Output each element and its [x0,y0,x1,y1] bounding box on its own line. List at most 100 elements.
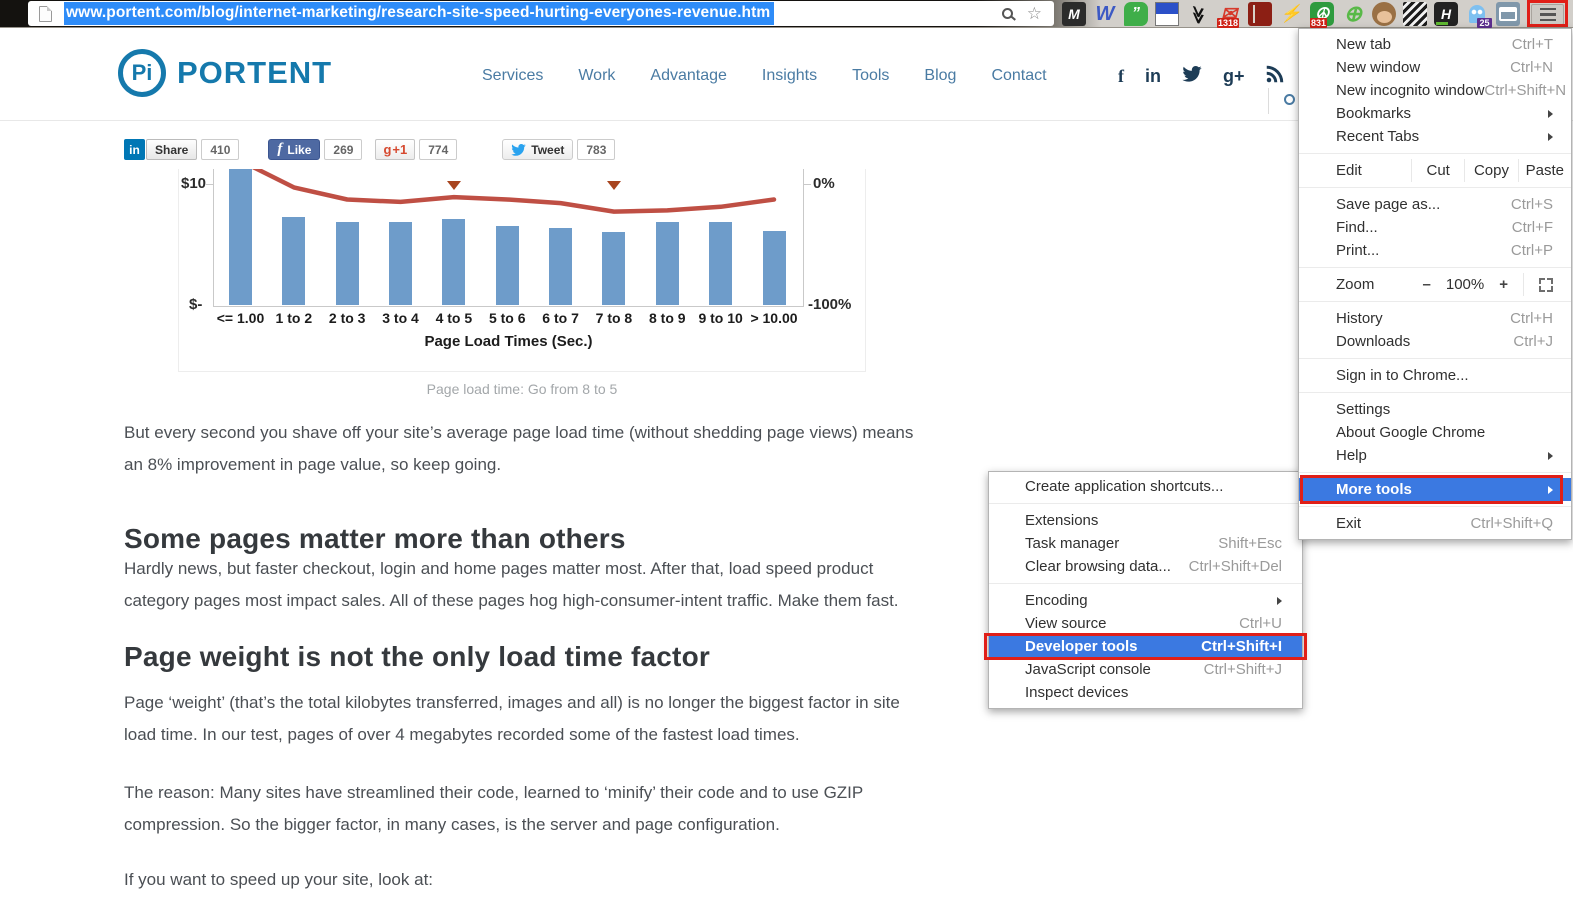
ext-peace-icon[interactable]: ☮831 [1310,2,1334,26]
nav-work[interactable]: Work [578,67,615,85]
chart-x-label: 2 to 3 [317,310,377,326]
rss-icon[interactable] [1266,65,1284,88]
menu-item-about-google-chrome[interactable]: About Google Chrome [1299,421,1571,444]
ext-flag-icon[interactable] [1155,2,1179,26]
submenu-item-view-source[interactable]: View sourceCtrl+U [989,612,1302,635]
nav-contact[interactable]: Contact [991,67,1046,85]
menu-item-sign-in-to-chrome[interactable]: Sign in to Chrome... [1299,364,1571,387]
menu-item-save-page-as[interactable]: Save page as...Ctrl+S [1299,193,1571,216]
menu-item-zoom: Zoom – 100% + [1299,273,1571,296]
bottom-axis-line [213,306,804,307]
nav-advantage[interactable]: Advantage [650,67,727,85]
menu-item-copy[interactable]: Copy [1464,159,1517,182]
header-search-icon[interactable] [1284,94,1295,105]
facebook-like-button[interactable]: f Like [268,139,320,160]
nav-services[interactable]: Services [482,67,543,85]
menu-item-exit[interactable]: ExitCtrl+Shift+Q [1299,512,1571,535]
gplus-plusone-button[interactable]: g+1 [375,139,415,160]
menu-item-cut[interactable]: Cut [1411,159,1464,182]
chart-marker-triangle [447,181,461,190]
gplus-count: 774 [419,139,457,160]
googleplus-icon[interactable]: g+ [1223,66,1245,87]
chart-x-label: 5 to 6 [477,310,537,326]
nav-insights[interactable]: Insights [762,67,817,85]
nav-blog[interactable]: Blog [924,67,956,85]
facebook-like-count: 269 [324,139,362,160]
submenu-arrow-icon [1548,110,1553,118]
menu-item-print[interactable]: Print...Ctrl+P [1299,239,1571,262]
linkedin-share-button[interactable]: Share [146,139,197,160]
left-axis-line [213,169,214,306]
ext-devtools-icon[interactable] [1496,2,1520,26]
page-icon [39,6,52,22]
ext-layers-icon[interactable]: ≫ [1186,2,1210,26]
menu-item-settings[interactable]: Settings [1299,398,1571,421]
ext-monkey-icon[interactable] [1372,2,1396,26]
submenu-arrow-icon [1548,452,1553,460]
browser-window: www.portent.com/blog/internet-marketing/… [0,0,1573,909]
zoom-search-icon[interactable] [1002,8,1013,19]
menu-item-new-tab[interactable]: New tabCtrl+T [1299,33,1571,56]
submenu-item-create-application-shortcuts[interactable]: Create application shortcuts... [989,475,1302,498]
ghost-badge: 25 [1477,18,1492,28]
address-bar[interactable]: www.portent.com/blog/internet-marketing/… [28,1,1054,26]
menu-separator [1299,506,1571,507]
ext-ribbon-icon[interactable] [1403,2,1427,26]
menu-separator [1299,153,1571,154]
right-axis-bottom-label: -100% [808,296,851,313]
menu-item-new-window[interactable]: New windowCtrl+N [1299,56,1571,79]
share-bar: in Share 410 f Like 269 g+1 774 Tweet 78… [124,139,615,160]
ext-mail-icon[interactable]: ✉1318 [1217,2,1241,26]
ext-m-icon[interactable]: M [1062,2,1086,26]
ext-speech-bubble-icon[interactable]: ” [1124,2,1148,26]
portent-logo-mark: Pi [118,49,166,97]
menu-item-history[interactable]: HistoryCtrl+H [1299,307,1571,330]
menu-item-edit[interactable]: Edit [1299,159,1411,182]
url-text[interactable]: www.portent.com/blog/internet-marketing/… [64,2,774,25]
submenu-item-encoding[interactable]: Encoding [989,589,1302,612]
chrome-menu-button[interactable] [1531,4,1564,25]
zoom-in-button[interactable]: + [1499,273,1508,296]
submenu-item-extensions[interactable]: Extensions [989,509,1302,532]
menu-item-help[interactable]: Help [1299,444,1571,467]
tweet-button[interactable]: Tweet [502,139,573,160]
chart-x-label: 4 to 5 [424,310,484,326]
ext-wikipedia-icon[interactable]: W [1093,2,1117,26]
left-axis-top-label: $10 [181,175,206,192]
ext-book-icon[interactable] [1248,2,1272,26]
menu-separator [1299,187,1571,188]
menu-item-new-incognito-window[interactable]: New incognito windowCtrl+Shift+N [1299,79,1571,102]
portent-logo[interactable]: Pi PORTENT [118,49,332,97]
linkedin-icon[interactable]: in [1145,66,1161,87]
ext-lightning-icon[interactable]: ⚡ [1279,2,1303,26]
zoom-level: 100% [1446,273,1484,296]
submenu-item-javascript-console[interactable]: JavaScript consoleCtrl+Shift+J [989,658,1302,681]
menu-item-downloads[interactable]: DownloadsCtrl+J [1299,330,1571,353]
menu-item-find[interactable]: Find...Ctrl+F [1299,216,1571,239]
submenu-item-task-manager[interactable]: Task managerShift+Esc [989,532,1302,555]
header-divider [1268,88,1269,114]
menu-item-paste[interactable]: Paste [1518,159,1571,182]
twitter-icon[interactable] [1182,66,1202,87]
ext-target-icon[interactable]: ⊕ [1341,2,1365,26]
fullscreen-icon[interactable] [1539,278,1553,292]
article-paragraph-1: But every second you shave off your site… [124,417,934,481]
submenu-item-clear-browsing-data[interactable]: Clear browsing data...Ctrl+Shift+Del [989,555,1302,578]
bookmark-star-icon[interactable]: ☆ [1027,5,1042,22]
menu-edit-row: Edit Cut Copy Paste [1299,159,1571,182]
menu-item-bookmarks[interactable]: Bookmarks [1299,102,1571,125]
menu-item-more-tools[interactable]: More tools [1299,478,1571,501]
zoom-out-button[interactable]: – [1423,273,1431,296]
menu-item-recent-tabs[interactable]: Recent Tabs [1299,125,1571,148]
submenu-item-developer-tools[interactable]: Developer tools Ctrl+Shift+I [989,635,1302,658]
article-paragraph-3: Page ‘weight’ (that’s the total kilobyte… [124,687,934,751]
facebook-icon[interactable]: f [1118,66,1124,87]
nav-tools[interactable]: Tools [852,67,889,85]
article-paragraph-4: The reason: Many sites have streamlined … [124,777,934,841]
submenu-item-inspect-devices[interactable]: Inspect devices [989,681,1302,704]
submenu-arrow-icon [1548,486,1553,494]
ext-ghost-icon[interactable]: 25 [1465,2,1489,26]
ext-h-icon[interactable]: H [1434,2,1458,26]
menu-separator [1299,472,1571,473]
browser-toolbar: www.portent.com/blog/internet-marketing/… [0,0,1573,28]
